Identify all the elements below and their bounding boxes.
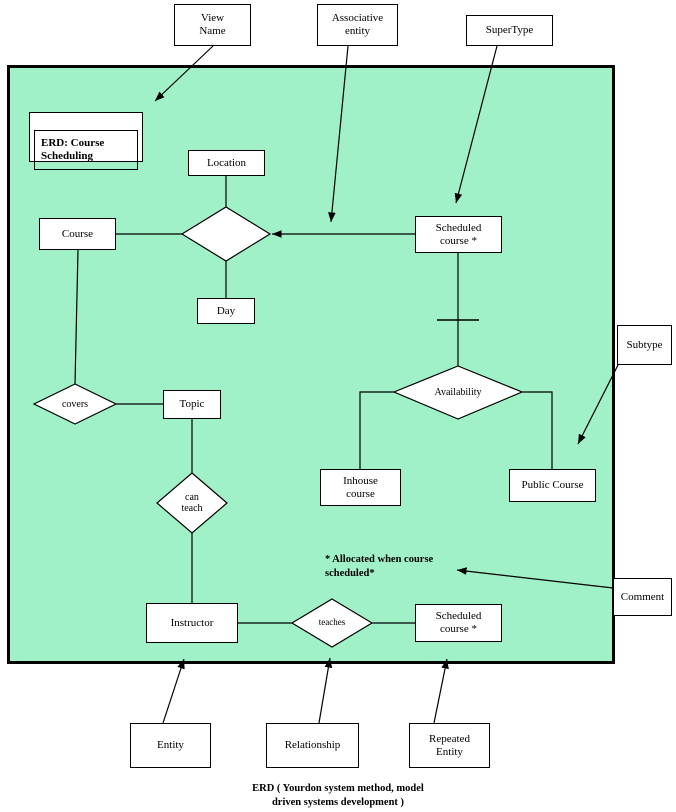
entity-location-label: Location — [206, 156, 247, 169]
annotation-associative-entity-label: Associative entity — [331, 12, 384, 37]
view-title-label: ERD: Course Scheduling — [34, 130, 138, 171]
relationship-covers-label: covers — [61, 398, 89, 410]
erd-diagram-stage: ERD: Course Scheduling Course Location D… — [0, 0, 676, 812]
entity-scheduled-course-bottom[interactable]: Scheduled course * — [415, 604, 502, 642]
annotation-comment-label: Comment — [620, 590, 665, 603]
annotation-supertype: SuperType — [466, 15, 553, 46]
annotation-relationship-label: Relationship — [284, 739, 341, 752]
annotation-subtype: Subtype — [617, 325, 672, 365]
entity-topic-label: Topic — [179, 398, 205, 411]
annotation-relationship: Relationship — [266, 723, 359, 768]
entity-location[interactable]: Location — [188, 150, 265, 176]
entity-inhouse-course[interactable]: Inhouse course — [320, 469, 401, 506]
entity-course-label: Course — [61, 227, 94, 240]
annotation-repeated-entity: Repeated Entity — [409, 723, 490, 768]
annotation-repeated-entity-label: Repeated Entity — [429, 732, 470, 758]
entity-course[interactable]: Course — [39, 218, 116, 250]
entity-instructor[interactable]: Instructor — [146, 603, 238, 643]
entity-public-course-label: Public Course — [521, 479, 584, 492]
entity-scheduled-course-bottom-label: Scheduled course * — [435, 610, 482, 635]
diagram-caption: ERD ( Yourdon system method, model drive… — [252, 783, 424, 809]
entity-scheduled-course-top-label: Scheduled course * — [435, 221, 482, 247]
annotation-entity: Entity — [130, 723, 211, 768]
entity-public-course[interactable]: Public Course — [509, 469, 596, 502]
relationship-availability-label: Availability — [434, 386, 482, 398]
entity-topic[interactable]: Topic — [163, 390, 221, 419]
annotation-view-name-label: View Name — [199, 12, 226, 37]
entity-day[interactable]: Day — [197, 298, 255, 324]
relationship-can-teach-label: can teach — [181, 492, 203, 514]
relationship-teaches-label: teaches — [318, 617, 346, 628]
view-title-box: ERD: Course Scheduling — [29, 112, 143, 171]
comment-note-text: * Allocated when course scheduled* — [325, 554, 434, 579]
annotation-supertype-label: SuperType — [485, 24, 534, 37]
relationship-schedule-label — [196, 224, 256, 244]
entity-instructor-label: Instructor — [170, 616, 214, 629]
entity-inhouse-course-label: Inhouse course — [343, 474, 378, 500]
annotation-view-name: View Name — [174, 4, 251, 46]
annotation-entity-label: Entity — [157, 739, 184, 752]
annotation-associative-entity: Associative entity — [317, 4, 398, 46]
entity-scheduled-course-top[interactable]: Scheduled course * — [415, 216, 502, 253]
annotation-comment: Comment — [613, 578, 672, 616]
annotation-subtype-label: Subtype — [626, 338, 663, 351]
entity-day-label: Day — [216, 304, 236, 317]
